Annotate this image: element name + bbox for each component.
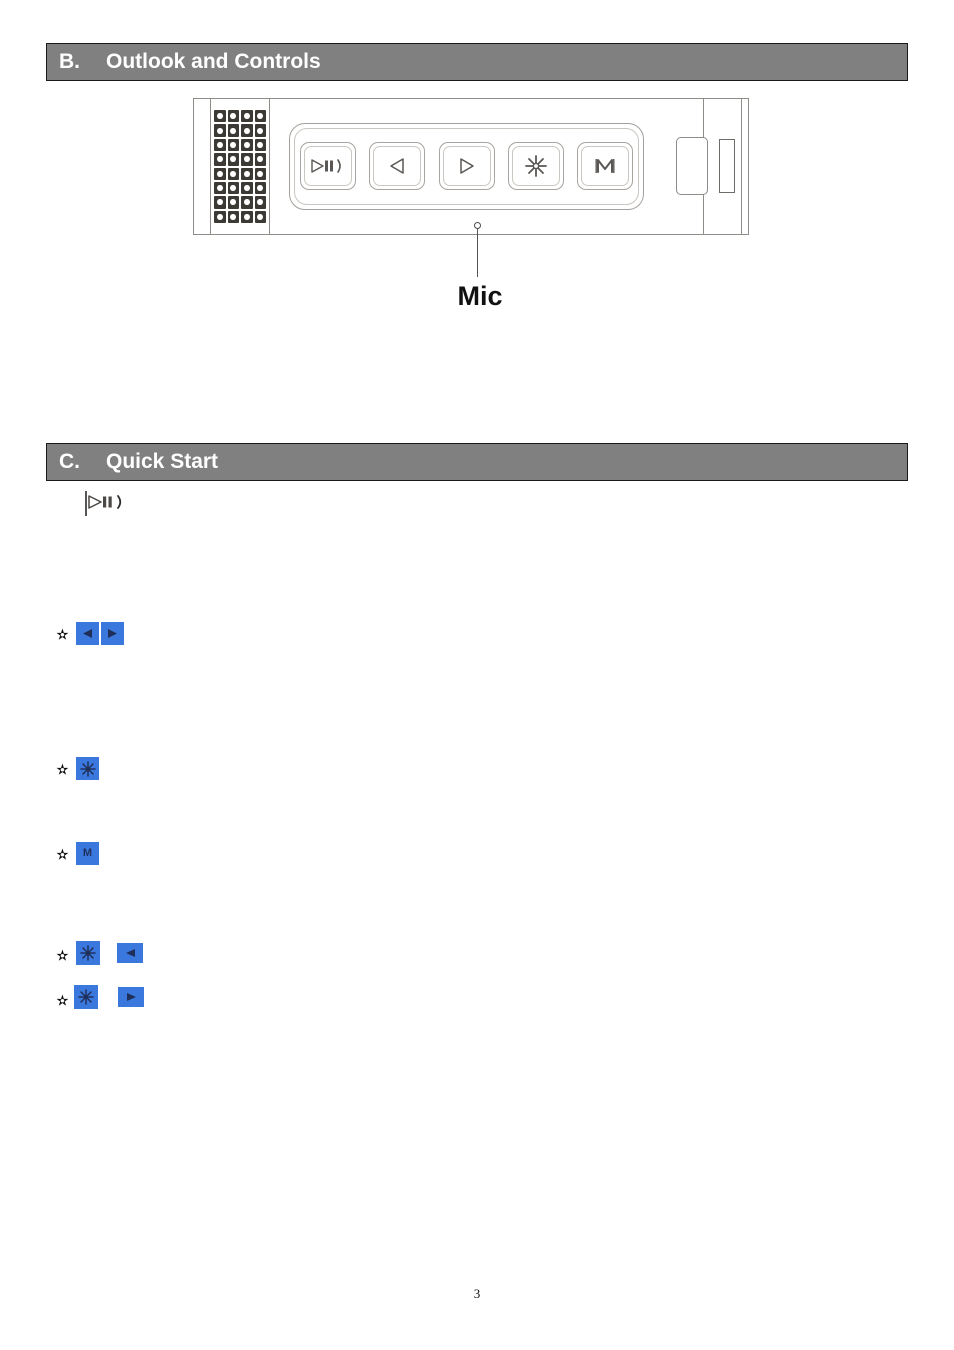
device-edge-line-left <box>210 98 211 235</box>
section-title-quick-start: Quick Start <box>106 450 219 473</box>
figure-play-pause[interactable] <box>87 492 131 516</box>
asterisk-light-icon <box>80 945 96 961</box>
triangle-right-icon <box>124 991 139 1003</box>
device-illustration <box>190 95 765 240</box>
asterisk-light-icon <box>78 989 94 1005</box>
triangle-left-icon <box>123 947 138 959</box>
mic-leader-line <box>477 229 478 277</box>
device-button-light[interactable] <box>507 142 564 190</box>
section-letter-b: B. <box>59 50 80 73</box>
document-page: B. Outlook and Controls Mic C. Quick Sta… <box>0 0 954 1350</box>
asterisk-light-icon <box>524 154 548 178</box>
device-button-row <box>300 134 633 198</box>
key-previous[interactable] <box>76 622 99 645</box>
triangle-right-icon <box>456 156 478 176</box>
key-next-combo[interactable] <box>118 987 144 1007</box>
mic-hole-icon <box>474 222 481 229</box>
key-previous-combo[interactable] <box>117 943 143 963</box>
key-light[interactable] <box>76 757 99 780</box>
section-title-outlook: Outlook and Controls <box>106 50 321 73</box>
key-mode[interactable]: M <box>76 842 99 865</box>
device-side-button-small[interactable] <box>719 139 735 193</box>
key-mode-label: M <box>82 847 93 859</box>
asterisk-light-icon <box>79 760 96 777</box>
bullet-tick-light-prev: ✫ <box>57 948 68 963</box>
key-light-combo-b[interactable] <box>74 985 98 1009</box>
section-letter-c: C. <box>59 450 80 473</box>
triangle-right-icon <box>105 627 120 640</box>
play-pause-speaker-icon <box>87 492 129 517</box>
letter-m-icon <box>593 156 617 176</box>
triangle-left-icon <box>386 156 408 176</box>
mic-label: Mic <box>457 281 503 311</box>
play-pause-speaker-icon <box>310 157 346 175</box>
device-edge-line-grille <box>269 98 270 235</box>
device-button-previous[interactable] <box>369 142 426 190</box>
speaker-grille-icon <box>214 110 266 223</box>
device-button-play-pause[interactable] <box>300 142 356 190</box>
section-header-outlook: B. Outlook and Controls <box>46 43 908 81</box>
device-edge-line-right-b <box>741 98 742 235</box>
page-number: 3 <box>473 1286 481 1301</box>
bullet-tick-light-next: ✫ <box>57 993 68 1008</box>
device-button-next[interactable] <box>438 142 495 190</box>
section-header-quick-start: C. Quick Start <box>46 443 908 481</box>
device-button-mode[interactable] <box>577 142 633 190</box>
bullet-tick-mode: ✫ <box>57 847 68 862</box>
device-side-button-large[interactable] <box>676 137 708 195</box>
key-light-combo-a[interactable] <box>76 941 100 965</box>
bullet-tick-prev-next: ✫ <box>57 627 68 642</box>
key-next[interactable] <box>101 622 124 645</box>
bullet-tick-light: ✫ <box>57 762 68 777</box>
triangle-left-icon <box>80 627 95 640</box>
